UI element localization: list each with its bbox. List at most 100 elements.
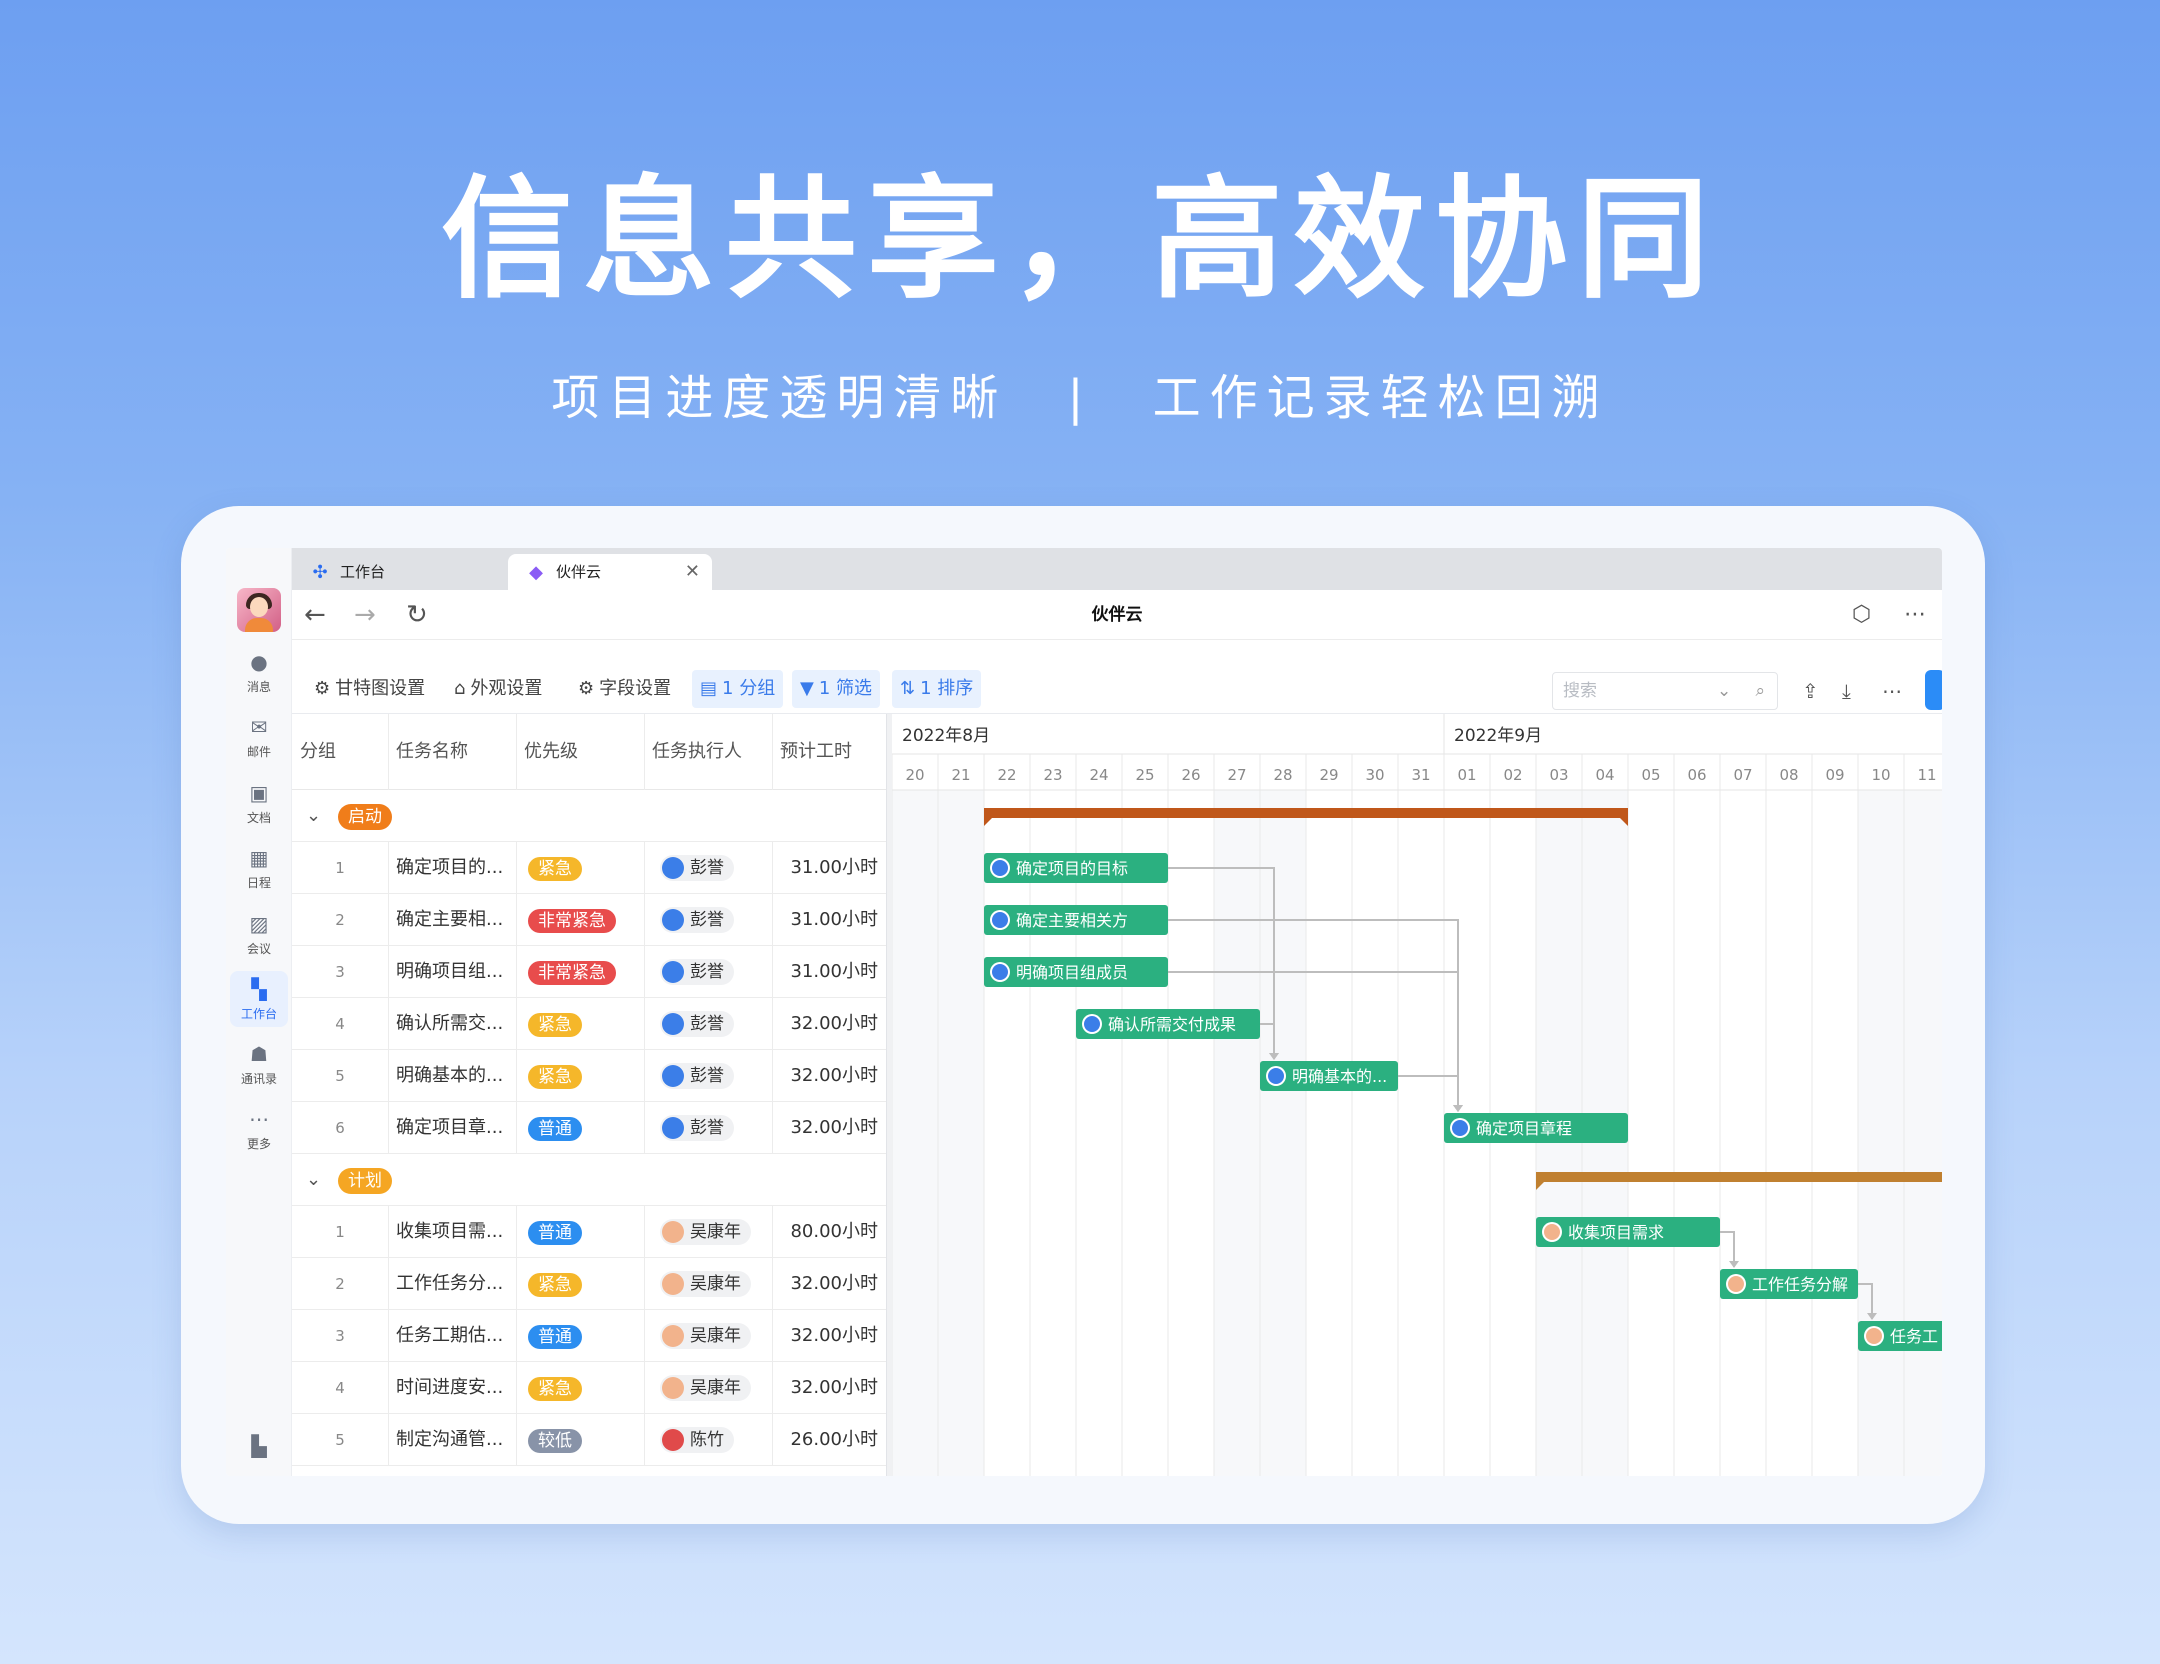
row-index: 3 <box>335 963 345 981</box>
header-priority[interactable]: 优先级 <box>516 714 578 790</box>
sort-button[interactable]: ⇅ 1 排序 <box>892 670 982 708</box>
group-button[interactable]: ▤ 1 分组 <box>692 670 784 708</box>
banner-separator: | <box>1067 370 1093 426</box>
sidebar-item-docs[interactable]: ▣ 文档 <box>230 775 288 831</box>
task-name-cell[interactable]: 确定项目的... <box>396 842 503 894</box>
dependency-line <box>1398 1075 1459 1111</box>
sidebar-item-mail[interactable]: ✉ 邮件 <box>230 709 288 765</box>
user-avatar[interactable] <box>237 588 281 632</box>
appearance-settings-button[interactable]: ⌂ 外观设置 <box>446 670 550 708</box>
upload-icon[interactable]: ⇪ <box>1802 672 1819 710</box>
chevron-down-icon[interactable]: ⌄ <box>1717 673 1731 709</box>
task-name-cell[interactable]: 确定项目章... <box>396 1102 503 1154</box>
day-tick-label: 26 <box>1181 766 1200 784</box>
assignee-chip[interactable]: 吴康年 <box>660 1323 751 1349</box>
assignee-chip[interactable]: 彭誉 <box>660 1011 734 1037</box>
download-icon[interactable]: ⤓ <box>1842 672 1851 710</box>
row-index: 2 <box>335 911 345 929</box>
sidebar-item-label: 会议 <box>246 942 271 956</box>
sidebar-item-meeting[interactable]: ▨ 会议 <box>230 906 288 962</box>
assignee-chip[interactable]: 吴康年 <box>660 1375 751 1401</box>
table-row[interactable]: 3 明确项目组... 非常紧急 彭誉 31.00小时 <box>292 946 886 998</box>
sidebar-item-workbench[interactable]: ▚ 工作台 <box>230 971 288 1027</box>
assignee-name: 彭誉 <box>690 910 724 930</box>
chevron-down-icon[interactable]: ⌄ <box>306 1154 321 1206</box>
chevron-down-icon[interactable]: ⌄ <box>306 790 321 842</box>
sidebar-item-more[interactable]: ⋯ 更多 <box>230 1101 288 1157</box>
search-input[interactable]: 搜索 ⌄ ⌕ <box>1552 672 1778 710</box>
table-row[interactable]: 1 确定项目的... 紧急 彭誉 31.00小时 <box>292 842 886 894</box>
task-name-cell[interactable]: 任务工期估... <box>396 1310 503 1362</box>
table-row[interactable]: 4 时间进度安... 紧急 吴康年 32.00小时 <box>292 1362 886 1414</box>
task-name-cell[interactable]: 明确项目组... <box>396 946 503 998</box>
assignee-chip[interactable]: 彭誉 <box>660 1115 734 1141</box>
primary-action-button[interactable] <box>1925 670 1942 710</box>
sidebar-bottom-app[interactable]: ▙ <box>230 1428 288 1468</box>
table-row[interactable]: 6 确定项目章... 普通 彭誉 32.00小时 <box>292 1102 886 1154</box>
sidebar-item-label: 日程 <box>246 876 271 890</box>
more-options-icon[interactable]: ⋯ <box>1904 600 1926 630</box>
table-row[interactable]: 5 制定沟通管... 较低 陈竹 26.00小时 <box>292 1414 886 1466</box>
header-group[interactable]: 分组 <box>292 714 336 790</box>
task-name-cell[interactable]: 时间进度安... <box>396 1362 503 1414</box>
tab-label: 工作台 <box>340 563 386 581</box>
forward-arrow-icon[interactable]: → <box>354 600 376 630</box>
table-row[interactable]: 2 工作任务分... 紧急 吴康年 32.00小时 <box>292 1258 886 1310</box>
close-icon[interactable]: ✕ <box>685 554 700 590</box>
group-row[interactable]: ⌄ 计划 <box>292 1154 886 1206</box>
assignee-chip[interactable]: 彭誉 <box>660 855 734 881</box>
header-est-hours[interactable]: 预计工时 <box>772 714 852 790</box>
gear-icon: ⚙ <box>578 678 595 699</box>
assignee-chip[interactable]: 吴康年 <box>660 1271 751 1297</box>
summary-bar-cap <box>984 818 992 826</box>
person-avatar-icon <box>992 860 1008 876</box>
day-tick-label: 31 <box>1411 766 1430 784</box>
assignee-chip[interactable]: 彭誉 <box>660 1063 734 1089</box>
banner-sub-left: 项目进度透明清晰 <box>551 370 1008 426</box>
button-label: 字段设置 <box>599 678 672 699</box>
search-icon[interactable]: ⌕ <box>1755 673 1765 709</box>
table-row[interactable]: 5 明确基本的... 紧急 彭誉 32.00小时 <box>292 1050 886 1102</box>
day-tick-label: 07 <box>1733 766 1752 784</box>
day-tick-label: 30 <box>1365 766 1384 784</box>
left-sidebar: ● 消息 ✉ 邮件 ▣ 文档 ▦ 日程 ▨ 会议 ▚ 工作台 ☗ 通讯录 ⋯ 更多 ▙ <box>226 548 292 1476</box>
task-name-cell[interactable]: 收集项目需... <box>396 1206 503 1258</box>
gantt-settings-button[interactable]: ⚙ 甘特图设置 <box>306 670 433 708</box>
refresh-icon[interactable]: ↻ <box>406 600 428 630</box>
group-row[interactable]: ⌄ 启动 <box>292 790 886 842</box>
assignee-chip[interactable]: 彭誉 <box>660 907 734 933</box>
priority-badge: 紧急 <box>528 1377 582 1401</box>
sidebar-item-contacts[interactable]: ☗ 通讯录 <box>230 1036 288 1092</box>
person-avatar-icon <box>662 1377 684 1399</box>
table-row[interactable]: 3 任务工期估... 普通 吴康年 32.00小时 <box>292 1310 886 1362</box>
assignee-chip[interactable]: 吴康年 <box>660 1219 751 1245</box>
task-name-cell[interactable]: 明确基本的... <box>396 1050 503 1102</box>
field-settings-button[interactable]: ⚙ 字段设置 <box>570 670 679 708</box>
est-hours-cell: 26.00小时 <box>790 1429 878 1450</box>
more-options-icon[interactable]: ⋯ <box>1882 672 1902 710</box>
assignee-chip[interactable]: 彭誉 <box>660 959 734 985</box>
sidebar-item-calendar[interactable]: ▦ 日程 <box>230 840 288 896</box>
sidebar-item-messages[interactable]: ● 消息 <box>230 644 288 700</box>
tab-workbench[interactable]: ✣ 工作台 <box>292 554 508 590</box>
day-tick-label: 02 <box>1503 766 1522 784</box>
assignee-chip[interactable]: 陈竹 <box>660 1427 734 1453</box>
task-name-cell[interactable]: 确认所需交... <box>396 998 503 1050</box>
header-task-name[interactable]: 任务名称 <box>388 714 468 790</box>
table-row[interactable]: 1 收集项目需... 普通 吴康年 80.00小时 <box>292 1206 886 1258</box>
sort-icon: ⇅ <box>900 678 916 699</box>
table-row[interactable]: 4 确认所需交... 紧急 彭誉 32.00小时 <box>292 998 886 1050</box>
filter-button[interactable]: ▼ 1 筛选 <box>792 670 881 708</box>
settings-hexagon-icon[interactable]: ⬡ <box>1852 600 1871 630</box>
task-name-cell[interactable]: 确定主要相... <box>396 894 503 946</box>
day-tick-label: 20 <box>905 766 924 784</box>
day-tick-label: 05 <box>1641 766 1660 784</box>
back-arrow-icon[interactable]: ← <box>304 600 326 630</box>
task-name-cell[interactable]: 制定沟通管... <box>396 1414 503 1466</box>
table-row[interactable]: 2 确定主要相... 非常紧急 彭誉 31.00小时 <box>292 894 886 946</box>
est-hours-cell: 31.00小时 <box>790 909 878 930</box>
task-name-cell[interactable]: 工作任务分... <box>396 1258 503 1310</box>
group-icon: ▤ <box>700 678 718 699</box>
tab-huobanyun[interactable]: ◆ 伙伴云 ✕ <box>508 554 712 590</box>
header-assignee[interactable]: 任务执行人 <box>644 714 742 790</box>
